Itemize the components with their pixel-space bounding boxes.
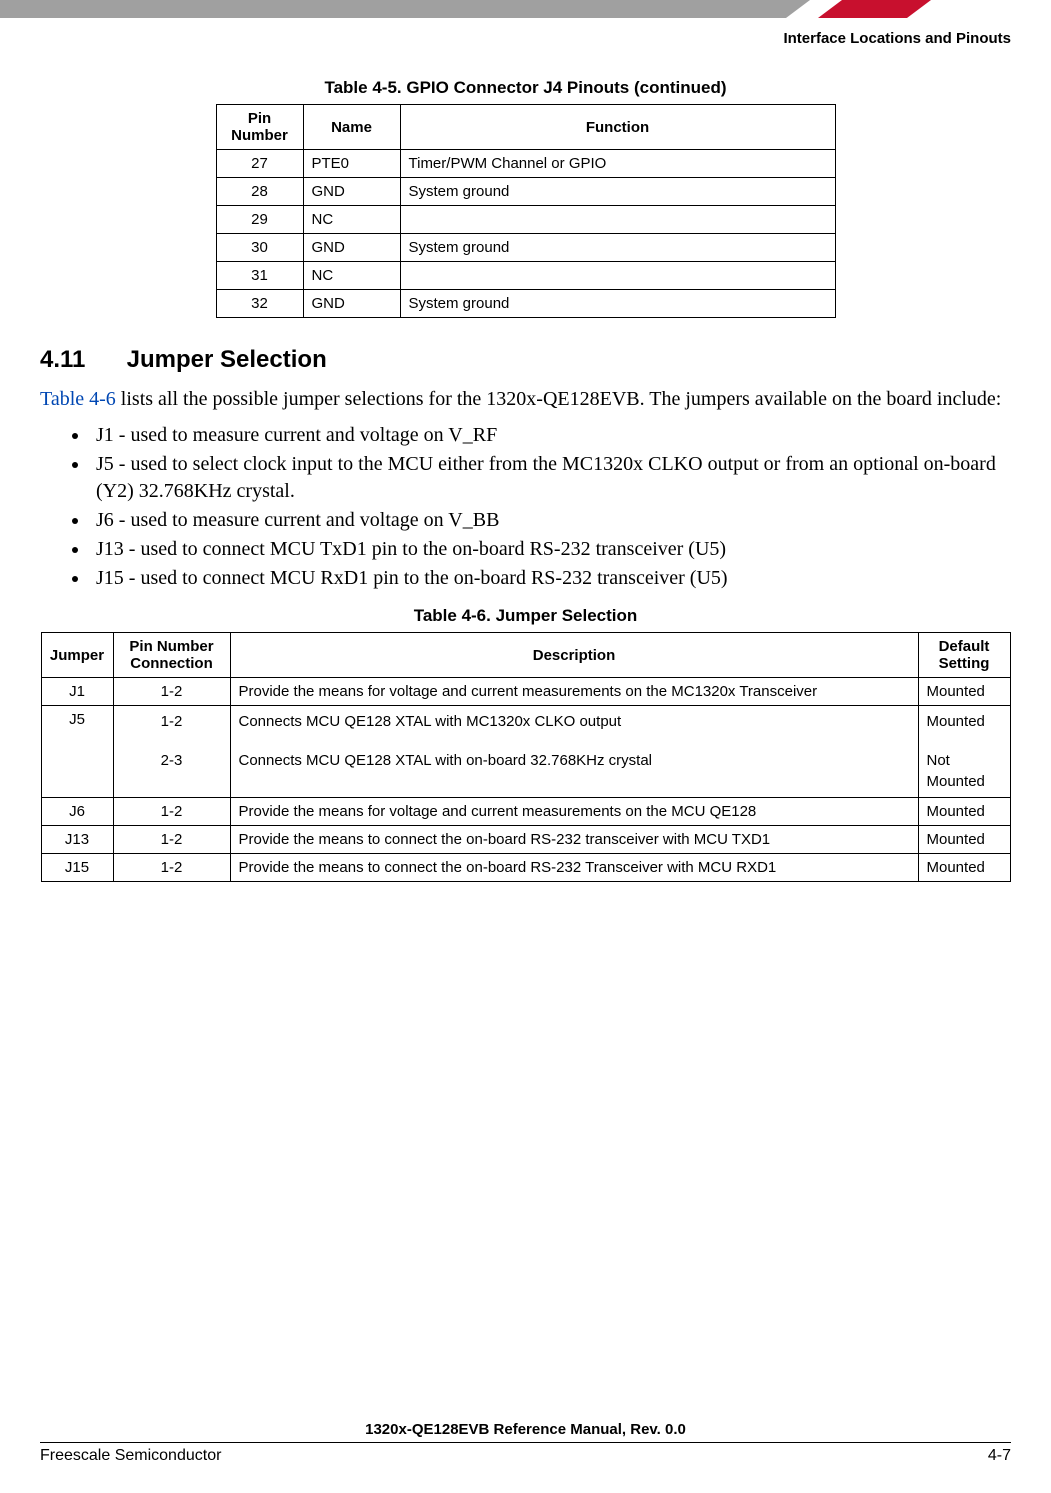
cell-pin: 1-2 bbox=[113, 798, 230, 826]
col-default: Default Setting bbox=[918, 633, 1010, 678]
cell-pin: 32 bbox=[216, 290, 303, 318]
cell-pin: 29 bbox=[216, 206, 303, 234]
list-item: J5 - used to select clock input to the M… bbox=[90, 451, 1011, 505]
col-description: Description bbox=[230, 633, 918, 678]
cell-pin: 27 bbox=[216, 150, 303, 178]
list-item: J1 - used to measure current and voltage… bbox=[90, 422, 1011, 449]
j5-pin2: 2-3 bbox=[161, 752, 183, 769]
table-row: 29NC bbox=[216, 206, 835, 234]
page-footer: 1320x-QE128EVB Reference Manual, Rev. 0.… bbox=[40, 1421, 1011, 1465]
cell-desc: Connects MCU QE128 XTAL with MC1320x CLK… bbox=[230, 706, 918, 798]
cell-func: System ground bbox=[400, 178, 835, 206]
cell-jumper: J1 bbox=[41, 678, 113, 706]
j5-pin1: 1-2 bbox=[161, 713, 183, 730]
list-item: J13 - used to connect MCU TxD1 pin to th… bbox=[90, 536, 1011, 563]
section-number: 4.11 bbox=[40, 346, 120, 374]
cell-name: GND bbox=[303, 290, 400, 318]
cell-desc: Provide the means for voltage and curren… bbox=[230, 678, 918, 706]
col-pin-number: Pin Number bbox=[216, 105, 303, 150]
col-jumper: Jumper bbox=[41, 633, 113, 678]
intro-paragraph: Table 4-6 lists all the possible jumper … bbox=[40, 386, 1011, 412]
section-heading: 4.11 Jumper Selection bbox=[40, 346, 1011, 374]
cell-name: PTE0 bbox=[303, 150, 400, 178]
cell-pin: 28 bbox=[216, 178, 303, 206]
footer-doc-title: 1320x-QE128EVB Reference Manual, Rev. 0.… bbox=[40, 1421, 1011, 1443]
table-header-row: Pin Number Name Function bbox=[216, 105, 835, 150]
list-item: J6 - used to measure current and voltage… bbox=[90, 507, 1011, 534]
table-row: 27PTE0Timer/PWM Channel or GPIO bbox=[216, 150, 835, 178]
cell-name: GND bbox=[303, 178, 400, 206]
table45: Pin Number Name Function 27PTE0Timer/PWM… bbox=[216, 104, 836, 318]
header-decor bbox=[0, 0, 1051, 18]
cell-desc: Provide the means to connect the on-boar… bbox=[230, 854, 918, 882]
col-pin-conn: Pin Number Connection bbox=[113, 633, 230, 678]
table-row: J6 1-2 Provide the means for voltage and… bbox=[41, 798, 1010, 826]
table-row: 31NC bbox=[216, 262, 835, 290]
table46-link[interactable]: Table 4-6 bbox=[40, 388, 116, 410]
cell-pin: 1-2 bbox=[113, 826, 230, 854]
cell-pin: 1-2 2-3 bbox=[113, 706, 230, 798]
cell-func: System ground bbox=[400, 234, 835, 262]
table-row: J5 1-2 2-3 Connects MCU QE128 XTAL with … bbox=[41, 706, 1010, 798]
cell-desc: Provide the means to connect the on-boar… bbox=[230, 826, 918, 854]
cell-jumper: J15 bbox=[41, 854, 113, 882]
j5-desc1: Connects MCU QE128 XTAL with MC1320x CLK… bbox=[239, 713, 622, 730]
cell-name: NC bbox=[303, 206, 400, 234]
table45-caption: Table 4-5. GPIO Connector J4 Pinouts (co… bbox=[40, 78, 1011, 98]
cell-pin: 31 bbox=[216, 262, 303, 290]
cell-func bbox=[400, 206, 835, 234]
cell-pin: 1-2 bbox=[113, 678, 230, 706]
table-row: 28GNDSystem ground bbox=[216, 178, 835, 206]
j5-def2: Not Mounted bbox=[927, 752, 985, 790]
cell-func bbox=[400, 262, 835, 290]
section-title: Jumper Selection bbox=[127, 346, 327, 373]
footer-company: Freescale Semiconductor bbox=[40, 1447, 221, 1465]
cell-jumper: J13 bbox=[41, 826, 113, 854]
cell-name: GND bbox=[303, 234, 400, 262]
table-row: J1 1-2 Provide the means for voltage and… bbox=[41, 678, 1010, 706]
intro-rest: lists all the possible jumper selections… bbox=[116, 388, 1002, 410]
footer-page-number: 4-7 bbox=[988, 1447, 1011, 1465]
col-name: Name bbox=[303, 105, 400, 150]
cell-pin: 30 bbox=[216, 234, 303, 262]
cell-func: System ground bbox=[400, 290, 835, 318]
col-function: Function bbox=[400, 105, 835, 150]
table46: Jumper Pin Number Connection Description… bbox=[41, 632, 1011, 882]
cell-jumper: J5 bbox=[41, 706, 113, 798]
table-header-row: Jumper Pin Number Connection Description… bbox=[41, 633, 1010, 678]
cell-default: Mounted bbox=[918, 678, 1010, 706]
page-section-title: Interface Locations and Pinouts bbox=[783, 30, 1011, 47]
cell-default: Mounted Not Mounted bbox=[918, 706, 1010, 798]
cell-default: Mounted bbox=[918, 854, 1010, 882]
j5-desc2: Connects MCU QE128 XTAL with on-board 32… bbox=[239, 752, 653, 769]
j5-def1: Mounted bbox=[927, 713, 985, 730]
cell-pin: 1-2 bbox=[113, 854, 230, 882]
table46-caption: Table 4-6. Jumper Selection bbox=[40, 606, 1011, 626]
table-row: 32GNDSystem ground bbox=[216, 290, 835, 318]
cell-desc: Provide the means for voltage and curren… bbox=[230, 798, 918, 826]
cell-default: Mounted bbox=[918, 826, 1010, 854]
cell-default: Mounted bbox=[918, 798, 1010, 826]
cell-func: Timer/PWM Channel or GPIO bbox=[400, 150, 835, 178]
cell-name: NC bbox=[303, 262, 400, 290]
jumper-bullet-list: J1 - used to measure current and voltage… bbox=[40, 422, 1011, 592]
list-item: J15 - used to connect MCU RxD1 pin to th… bbox=[90, 565, 1011, 592]
table-row: 30GNDSystem ground bbox=[216, 234, 835, 262]
table-row: J13 1-2 Provide the means to connect the… bbox=[41, 826, 1010, 854]
cell-jumper: J6 bbox=[41, 798, 113, 826]
table-row: J15 1-2 Provide the means to connect the… bbox=[41, 854, 1010, 882]
